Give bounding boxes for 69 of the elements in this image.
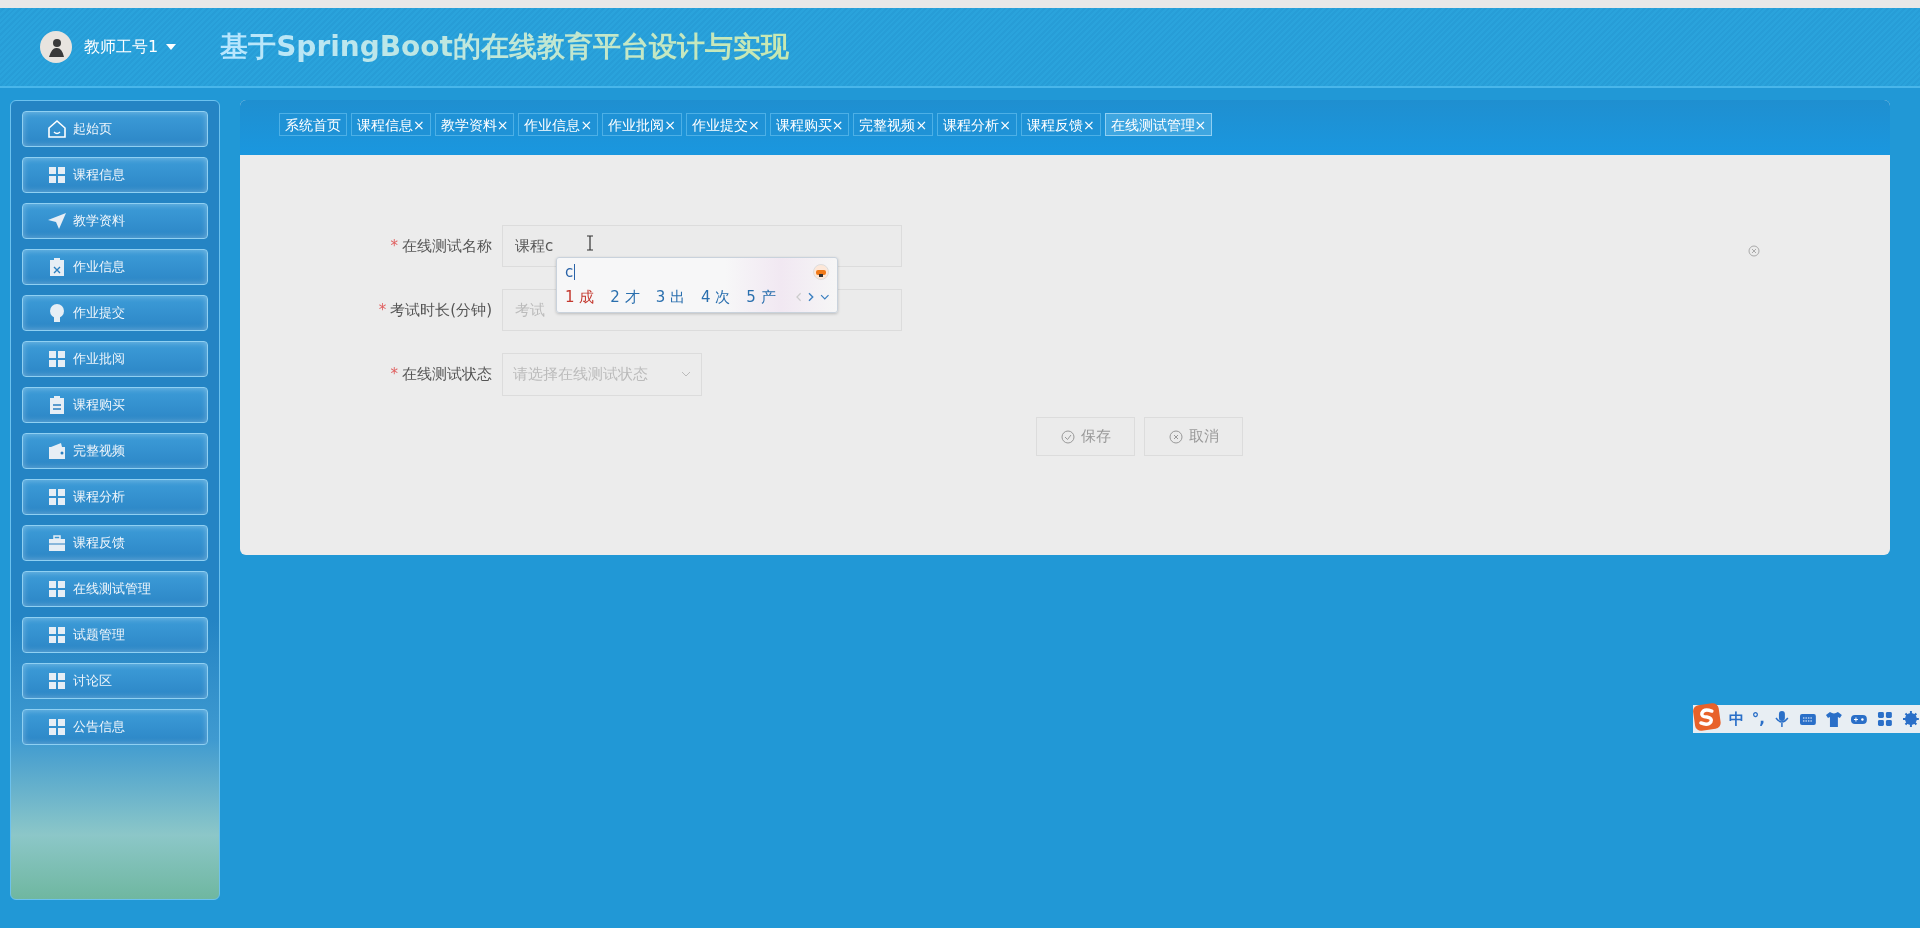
field-label: 在线测试名称: [402, 236, 492, 255]
ime-candidate[interactable]: 3 出: [655, 287, 685, 307]
grid-icon: [1876, 710, 1895, 728]
punctuation-toggle[interactable]: °,: [1751, 710, 1765, 728]
house-icon: [47, 119, 67, 139]
briefcase-icon: [47, 533, 67, 553]
required-mark: *: [378, 300, 387, 319]
tab[interactable]: 作业信息×: [518, 113, 599, 136]
sidebar-item[interactable]: 作业批阅: [22, 341, 208, 377]
paper-plane-icon: [47, 211, 67, 231]
text-cursor-icon: [586, 235, 594, 251]
sidebar-item[interactable]: 在线测试管理: [22, 571, 208, 607]
sidebar-item[interactable]: 公告信息: [22, 709, 208, 745]
required-mark: *: [390, 364, 398, 383]
ime-candidate[interactable]: 1 成: [565, 287, 595, 307]
tab[interactable]: 系统首页: [279, 113, 347, 136]
grid-icon: [47, 625, 67, 645]
avatar-icon: [40, 31, 72, 63]
mascot-icon: [813, 264, 829, 280]
required-mark: *: [390, 236, 398, 255]
clear-icon: [1748, 245, 1760, 257]
wallet-icon: [47, 441, 67, 461]
sidebar-item[interactable]: 试题管理: [22, 617, 208, 653]
sidebar-item[interactable]: 作业提交: [22, 295, 208, 331]
check-circle-icon: [1060, 429, 1075, 444]
ime-candidate[interactable]: 4 次: [700, 287, 731, 307]
ime-candidate[interactable]: 5 产: [746, 287, 776, 307]
grid-icon: [47, 487, 67, 507]
field-label: 考试时长(分钟): [390, 300, 492, 319]
grid-icon: [47, 165, 67, 185]
caret-icon: [166, 43, 177, 51]
grid-icon: [47, 579, 67, 599]
composition-text: c: [565, 264, 576, 280]
tab[interactable]: 教学资料×: [434, 113, 515, 136]
shirt-icon: [1824, 710, 1843, 728]
sidebar-item[interactable]: 课程分析: [22, 479, 208, 515]
tab[interactable]: 在线测试管理×: [1104, 113, 1213, 136]
tab[interactable]: 课程购买×: [769, 113, 850, 136]
clipboard-icon: [47, 257, 67, 277]
tab[interactable]: 课程分析×: [937, 113, 1017, 136]
save-button[interactable]: 保存: [1036, 417, 1135, 456]
sidebar-item[interactable]: 课程购买: [22, 387, 208, 423]
user-name[interactable]: 教师工号1: [84, 36, 159, 58]
sidebar-item[interactable]: 起始页: [22, 111, 208, 147]
grid-icon: [47, 349, 67, 369]
sidebar-item[interactable]: 课程信息: [22, 157, 208, 193]
sidebar-item[interactable]: 课程反馈: [22, 525, 208, 561]
cancel-button[interactable]: 取消: [1144, 417, 1243, 456]
field-label: 在线测试状态: [402, 364, 492, 383]
tab[interactable]: 完整视频×: [853, 113, 934, 136]
tab[interactable]: 作业提交×: [685, 113, 766, 136]
sidebar-item[interactable]: 讨论区: [22, 663, 208, 699]
grid-icon: [47, 717, 67, 737]
close-circle-icon: [1168, 429, 1183, 444]
sidebar-item[interactable]: 教学资料: [22, 203, 208, 239]
light-bulb-icon: [47, 303, 67, 323]
microphone-icon: [1772, 710, 1791, 728]
sidebar-item[interactable]: 完整视频: [22, 433, 208, 469]
tab[interactable]: 课程信息×: [351, 113, 431, 136]
settings-icon: [1902, 710, 1920, 728]
tab[interactable]: 作业批阅×: [602, 113, 682, 136]
ime-logo-icon: [1693, 703, 1721, 731]
tab[interactable]: 课程反馈×: [1020, 113, 1101, 136]
ime-candidate[interactable]: 2 才: [610, 287, 640, 307]
sidebar-item[interactable]: 作业信息: [22, 249, 208, 285]
chevron-icon: [681, 371, 691, 377]
input-mode-toggle[interactable]: 中: [1728, 709, 1744, 729]
clipboard-icon: [47, 395, 67, 415]
grid-icon: [47, 671, 67, 691]
